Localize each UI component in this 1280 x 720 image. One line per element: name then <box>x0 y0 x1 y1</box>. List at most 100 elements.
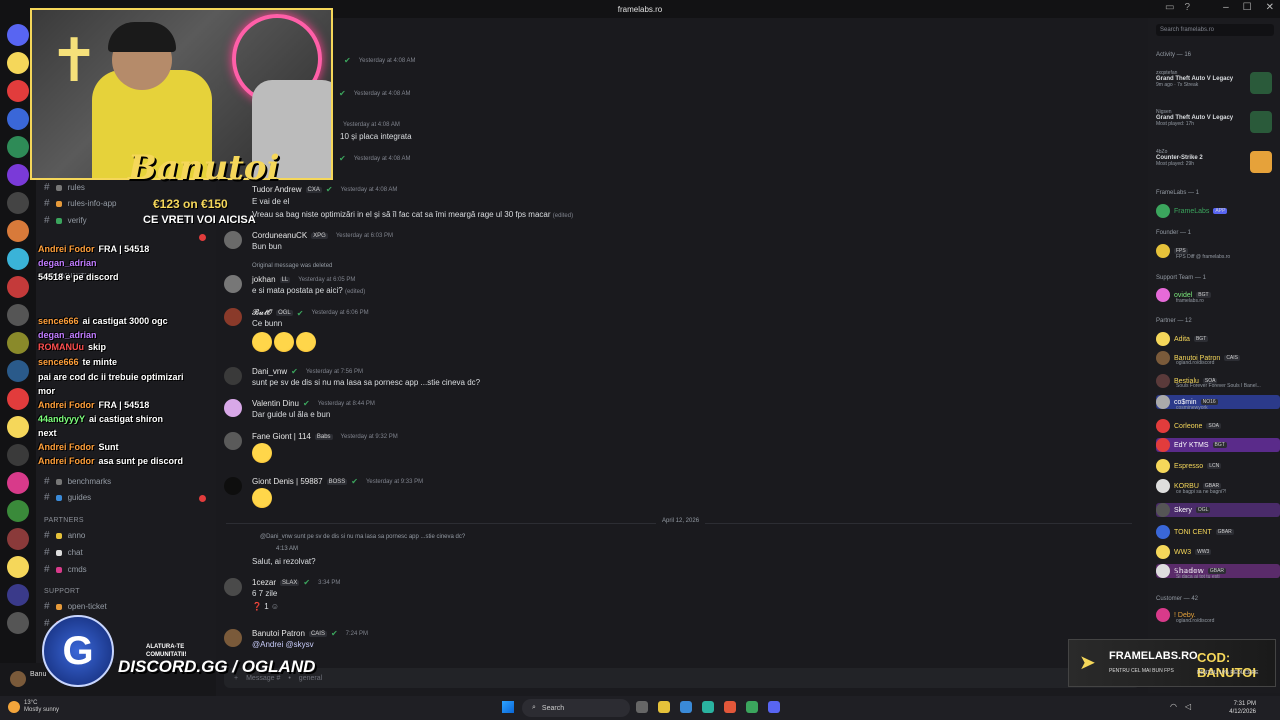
avatar[interactable] <box>10 671 26 687</box>
reaction-emoji-icon: ❓ <box>252 602 262 611</box>
activity-card[interactable]: zxqstefan Grand Theft Auto V Legacy 9m a… <box>1156 70 1274 94</box>
server-icon[interactable] <box>7 416 29 438</box>
taskbar-clock[interactable]: 7:31 PM 4/12/2026 <box>1229 700 1256 716</box>
discord-icon[interactable] <box>768 701 780 713</box>
channel-rules[interactable]: # rules <box>44 182 85 193</box>
hash-icon: # <box>44 182 50 193</box>
stream-chat-text: 54518 e pe discord <box>38 272 119 282</box>
server-icon[interactable] <box>7 220 29 242</box>
message-author[interactable]: jokhan <box>252 275 276 284</box>
member-item[interactable]: co$min NO16 <box>1156 395 1280 409</box>
message-author[interactable]: 𝓑𝓾𝓽𝓞 <box>252 308 272 318</box>
member-item[interactable]: Corleone SOA <box>1156 419 1221 433</box>
stream-chat-author: sence666 <box>38 316 79 326</box>
help-icon[interactable]: ? <box>1184 2 1190 13</box>
message-author[interactable]: Dani_vnw <box>252 367 287 376</box>
server-icon[interactable] <box>7 52 29 74</box>
server-icon[interactable] <box>7 360 29 382</box>
channel-guides[interactable]: # guides <box>44 492 91 503</box>
member-item[interactable]: Skery OGL <box>1156 503 1280 517</box>
channel-verify[interactable]: # verify <box>44 215 87 226</box>
avatar[interactable] <box>224 399 242 417</box>
member-item[interactable]: Adita BGT <box>1156 332 1209 346</box>
channel-cmds[interactable]: # cmds <box>44 564 87 575</box>
message-author[interactable]: Giont Denis | 59887 <box>252 477 323 486</box>
channel-anno[interactable]: # anno <box>44 530 85 541</box>
channel-rules-info-app[interactable]: # rules-info-app <box>44 198 116 209</box>
weather-widget[interactable]: 13°C Mostly sunny <box>8 700 59 714</box>
task-view-icon[interactable] <box>636 701 648 713</box>
server-icon[interactable] <box>7 332 29 354</box>
server-icon[interactable] <box>7 136 29 158</box>
channel-open-ticket[interactable]: # open-ticket <box>44 601 107 612</box>
stream-chat-line: Andrei Fodor FRA | 54518 <box>38 244 149 254</box>
window-title: framelabs.ro <box>617 4 663 14</box>
stream-chat-line: 44andyyyY ai castigat shiron <box>38 414 163 424</box>
server-icon[interactable] <box>7 612 29 634</box>
search-input[interactable]: Search framelabs.ro <box>1156 24 1274 36</box>
avatar[interactable] <box>224 367 242 385</box>
message-author[interactable]: Banutoi Patron <box>252 629 305 638</box>
avatar[interactable] <box>224 432 242 450</box>
edge-icon[interactable] <box>702 701 714 713</box>
windows-start-icon[interactable] <box>502 701 514 713</box>
server-icon[interactable] <box>7 276 29 298</box>
taskbar-search[interactable]: ⌕ Search <box>522 699 630 717</box>
server-icon[interactable] <box>7 444 29 466</box>
member-item[interactable]: WW3 WW3 <box>1156 545 1212 559</box>
server-icon[interactable] <box>7 304 29 326</box>
avatar[interactable] <box>224 275 242 293</box>
category-support[interactable]: SUPPORT <box>44 588 80 595</box>
store-icon[interactable] <box>680 701 692 713</box>
server-icon[interactable] <box>7 528 29 550</box>
message-author[interactable]: CorduneanuCK <box>252 231 307 240</box>
volume-icon[interactable]: ◁ <box>1185 702 1191 711</box>
channel-chat[interactable]: # chat <box>44 547 83 558</box>
server-icon[interactable] <box>7 192 29 214</box>
channel-benchmarks[interactable]: # benchmarks <box>44 476 111 487</box>
server-icon[interactable] <box>7 164 29 186</box>
verified-icon: ✔ <box>325 185 333 194</box>
member-item[interactable]: Espresso LCN <box>1156 459 1222 473</box>
server-icon[interactable] <box>7 248 29 270</box>
message-author[interactable]: Valentin Dinu <box>252 399 299 408</box>
avatar[interactable] <box>224 477 242 495</box>
server-icon[interactable] <box>7 24 29 46</box>
server-icon[interactable] <box>7 472 29 494</box>
close-button[interactable]: ✕ <box>1266 2 1274 13</box>
server-icon[interactable] <box>7 584 29 606</box>
category-partners[interactable]: PARTNERS <box>44 517 84 524</box>
chat-area: ✔ Yesterday at 4:08 AM ✔ Yesterday at 4:08… <box>216 18 1148 663</box>
reaction[interactable]: ❓ 1 ☺ <box>252 602 279 611</box>
member-item[interactable]: TONI CENT GBAR <box>1156 525 1234 539</box>
wifi-icon[interactable]: ◠ <box>1170 702 1177 711</box>
add-reaction-icon[interactable]: ☺ <box>271 602 279 611</box>
message-author[interactable]: 1cezar <box>252 578 276 587</box>
stream-chat-line: sence666 ai castigat 3000 ogc <box>38 316 168 326</box>
avatar[interactable] <box>224 231 242 249</box>
server-icon[interactable] <box>7 108 29 130</box>
brave-icon[interactable] <box>724 701 736 713</box>
verified-icon: ✔ <box>303 578 311 587</box>
server-icon[interactable] <box>7 556 29 578</box>
file-explorer-icon[interactable] <box>658 701 670 713</box>
message-input[interactable]: + Message # • general <box>224 668 1140 688</box>
unread-badge <box>199 234 206 241</box>
maximize-button[interactable]: ☐ <box>1243 2 1252 13</box>
app-icon[interactable] <box>746 701 758 713</box>
server-icon[interactable] <box>7 80 29 102</box>
activity-card[interactable]: Nigsen Grand Theft Auto V Legacy Most pl… <box>1156 109 1274 133</box>
server-icon[interactable] <box>7 388 29 410</box>
channel-type-icon <box>55 549 62 556</box>
member-item[interactable]: FrameLabs APP <box>1156 204 1228 218</box>
avatar[interactable] <box>224 308 242 326</box>
inbox-icon[interactable]: ▭ <box>1165 2 1174 13</box>
stream-chat-author: degan_adrian <box>38 258 97 268</box>
message-author[interactable]: Fane Giont | 114 <box>252 432 311 441</box>
avatar[interactable] <box>224 578 242 596</box>
minimize-button[interactable]: – <box>1223 2 1229 13</box>
member-item[interactable]: EdY KTMS BGT <box>1156 438 1280 452</box>
hash-icon: # <box>44 564 50 575</box>
activity-card[interactable]: 4bZo Counter-Strike 2 Most played: 29h <box>1156 149 1274 173</box>
server-icon[interactable] <box>7 500 29 522</box>
